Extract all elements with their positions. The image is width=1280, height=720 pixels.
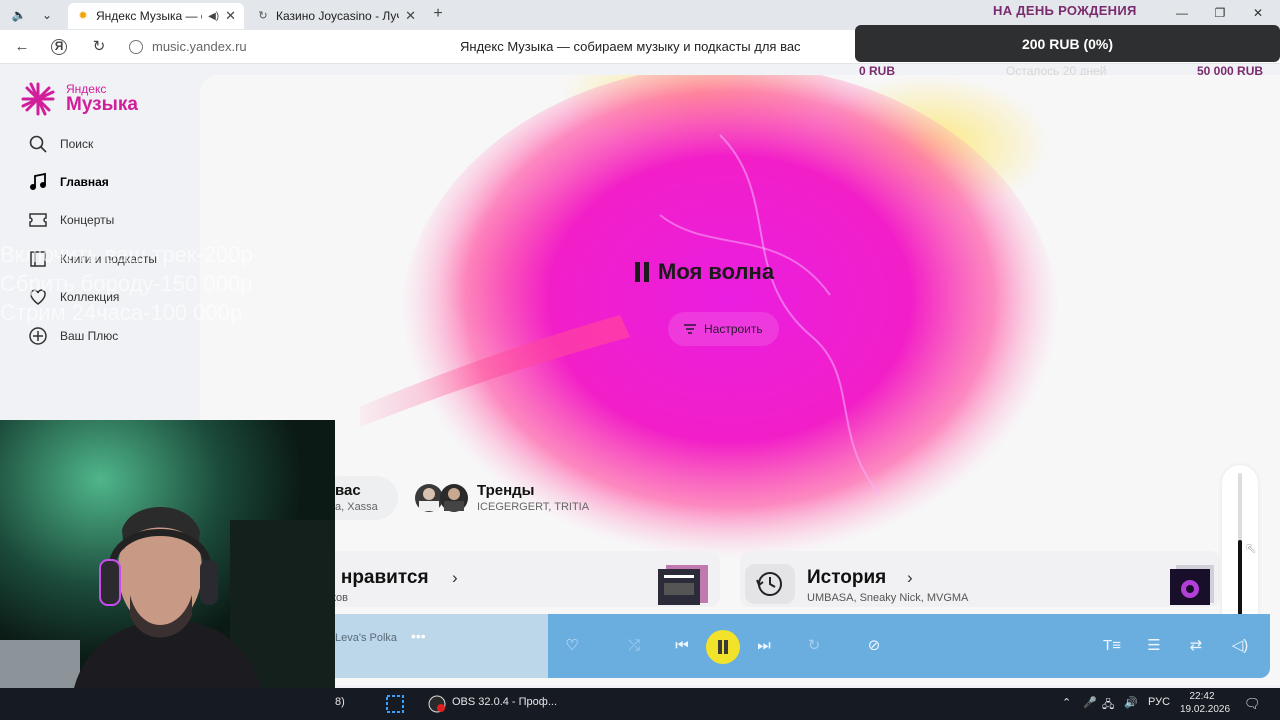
player-bar: Leva's Polka ••• ♡ ⤮ ⏮ ⏭ ↻ ⊘ T≡ ☰ ⇄ ◁) [200, 614, 1270, 678]
next-icon[interactable]: ⏭ [754, 636, 774, 656]
queue-icon[interactable]: ☰ [1144, 636, 1164, 656]
speaker-icon[interactable]: 🔈 [8, 6, 30, 24]
chip-title-trends[interactable]: Тренды [477, 482, 535, 499]
microphone-icon[interactable]: 🎤 [1083, 696, 1097, 709]
webcam-feed [0, 420, 335, 720]
chip-subtitle: a, Xassa [335, 501, 378, 513]
minimize-icon[interactable]: — [1172, 6, 1192, 20]
donation-progress: 200 RUB (0%) [855, 25, 1280, 62]
volume-fill [1238, 540, 1242, 623]
clock[interactable]: 22:42 19.02.2026 [1180, 690, 1231, 716]
close-icon[interactable]: ✕ [405, 8, 416, 24]
search-icon [29, 135, 47, 153]
snipping-tool-icon[interactable] [385, 694, 405, 714]
yandex-music-logo[interactable]: Яндекс Музыка [20, 81, 190, 117]
volume-icon[interactable]: ◁) [1230, 636, 1250, 656]
chevron-down-icon[interactable]: ⌄ [36, 6, 58, 24]
back-icon[interactable]: ← [12, 38, 32, 56]
webcam-image [0, 420, 335, 720]
page-title: Яндекс Музыка — собираем музыку и подкас… [460, 39, 801, 54]
tab-yandex-music[interactable]: ✹ Яндекс Музыка — со ◀) ✕ [68, 3, 244, 29]
ticket-icon [29, 213, 47, 227]
url-text[interactable]: music.yandex.ru [152, 39, 247, 54]
main-content: Моя волна Настроить вас a, Xassa Тренды … [200, 75, 1280, 685]
shuffle-icon[interactable]: ⤮ [624, 636, 644, 656]
reload-icon: ↻ [258, 10, 268, 22]
tune-label: Настроить [704, 322, 763, 336]
sidebar-item-label: Ваш Плюс [60, 329, 119, 343]
reload-icon[interactable]: ↻ [89, 38, 109, 56]
dislike-icon[interactable]: ⊘ [864, 636, 884, 656]
sidebar-item-search[interactable]: Поиск [28, 133, 93, 155]
network-icon[interactable]: 🖧 [1102, 696, 1114, 715]
overlay-line: Сбрить бороду-150 000р [0, 271, 253, 296]
yandex-icon[interactable]: Я [51, 39, 67, 55]
taskbar: 8) OBS 32.0.4 - Проф... ⌃ 🎤 🖧 🔊 РУС 22:4… [0, 688, 1280, 720]
sidebar-item-label: Главная [60, 175, 109, 189]
site-info-icon[interactable] [129, 40, 143, 54]
sidebar-item-home[interactable]: Главная [28, 171, 109, 193]
sun-icon: ✹ [78, 10, 88, 22]
overlay-line: Стрим 24часа-100 000р [0, 300, 243, 325]
chevron-up-icon[interactable]: ⌃ [1062, 696, 1071, 709]
sidebar-item-label: Концерты [60, 213, 115, 227]
my-wave-title: Моя волна [658, 259, 775, 284]
new-tab-icon[interactable]: + [428, 5, 448, 25]
sidebar-item-plus[interactable]: Ваш Плюс [28, 325, 118, 347]
audio-icon[interactable]: ◀) [208, 11, 219, 22]
chip-subtitle: ICEGERGERT, TRITIA [477, 501, 590, 513]
card-title: е нравится [325, 567, 429, 588]
logo-text-big: Музыка [66, 94, 138, 115]
album-cover [1170, 565, 1214, 605]
card-subtitle: UMBASA, Sneaky Nick, MVGMA [807, 592, 969, 604]
taskbar-item[interactable]: 8) [335, 696, 345, 708]
tab-casino[interactable]: ↻ Казино Joycasino - Лучши ✕ [248, 3, 424, 29]
logo-star-icon [21, 82, 55, 116]
language-indicator[interactable]: РУС [1148, 696, 1170, 708]
card-title: История [807, 567, 887, 588]
filter-icon [684, 324, 696, 334]
cursor-icon: ↖ [1245, 540, 1257, 556]
notifications-icon[interactable]: 🗨 [1244, 696, 1261, 712]
taskbar-item-obs[interactable]: OBS 32.0.4 - Проф... [452, 696, 557, 708]
stream-overlay: Включить ваш трек-200р Сбрить бороду-150… [0, 240, 253, 327]
repeat-icon[interactable]: ↻ [804, 636, 824, 656]
pause-button[interactable] [706, 630, 740, 664]
album-cover [658, 565, 708, 605]
pause-icon [634, 262, 650, 282]
more-icon[interactable]: ••• [411, 628, 426, 644]
overlay-line: Включить ваш трек-200р [0, 242, 253, 267]
donation-title: НА ДЕНЬ РОЖДЕНИЯ [993, 3, 1137, 18]
plus-icon [29, 327, 47, 345]
previous-icon[interactable]: ⏮ [672, 636, 692, 656]
speaker-icon[interactable]: 🔊 [1124, 696, 1138, 709]
clock-date: 19.02.2026 [1180, 704, 1231, 715]
clock-time: 22:42 [1189, 691, 1215, 702]
restore-icon[interactable]: ❐ [1210, 6, 1230, 20]
sidebar-item-concerts[interactable]: Концерты [28, 209, 114, 231]
obs-icon [428, 695, 446, 713]
equalizer-icon[interactable]: ⇄ [1186, 636, 1206, 656]
history-icon [756, 572, 782, 596]
tune-button[interactable]: Настроить [668, 312, 779, 346]
my-wave-button[interactable]: Моя волна [634, 259, 774, 285]
lyrics-icon[interactable]: T≡ [1102, 636, 1122, 656]
sidebar-item-label: Поиск [60, 137, 94, 151]
chip-title: вас [335, 482, 361, 499]
tab-title: Яндекс Музыка — со [96, 9, 203, 23]
trends-avatars [415, 484, 468, 512]
track-title[interactable]: Leva's Polka [335, 632, 397, 644]
like-icon[interactable]: ♡ [562, 636, 582, 656]
close-window-icon[interactable]: ✕ [1248, 6, 1268, 20]
history-icon-box [745, 564, 795, 604]
chevron-right-icon: › [907, 568, 913, 587]
chevron-right-icon: › [452, 568, 458, 587]
close-icon[interactable]: ✕ [225, 8, 236, 24]
music-note-icon [30, 172, 46, 190]
donation-current: 200 RUB (0%) [1021, 35, 1114, 52]
tab-title: Казино Joycasino - Лучши [276, 9, 399, 23]
